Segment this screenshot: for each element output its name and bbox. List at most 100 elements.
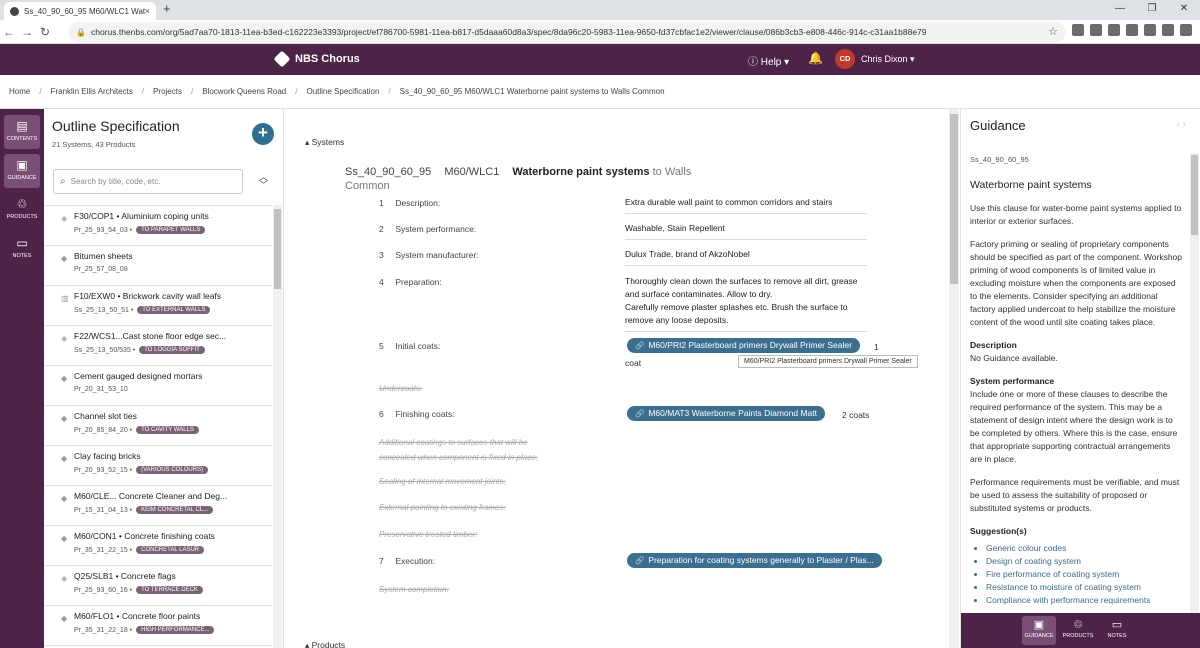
- forward-icon[interactable]: →: [18, 25, 36, 39]
- suggestion-link[interactable]: Generic colour codes: [986, 542, 1184, 555]
- close-window-icon[interactable]: ✕: [1168, 0, 1200, 20]
- guidance-nav-arrows[interactable]: ‹ ›: [1177, 119, 1186, 130]
- list-item[interactable]: ◈ F30/COP1 • Aluminium coping units Pr_25_…: [44, 206, 272, 246]
- system-manufacturer-value[interactable]: Dulux Trade, brand of AkzoNobel: [625, 248, 867, 266]
- list-item[interactable]: ◆ Clay facing bricks Pr_20_93_52_15 • (VARI…: [44, 446, 272, 486]
- description-value[interactable]: Extra durable wall paint to common corri…: [625, 196, 867, 214]
- list-item[interactable]: ◆ Bitumen sheets Pr_25_57_08_08: [44, 246, 272, 286]
- initial-coats-product-pill[interactable]: 🔗 M60/PRI2 Plasterboard primers Drywall P…: [627, 338, 860, 353]
- rail-label: PRODUCTS: [6, 214, 38, 220]
- sort-toggle-icon[interactable]: ︿ ﹀: [259, 173, 268, 190]
- tab-close-icon[interactable]: ×: [145, 6, 150, 16]
- browser-tab[interactable]: Ss_40_90_60_95 M60/WLC1 Wate ×: [4, 2, 156, 20]
- profile-icon[interactable]: [1162, 24, 1174, 36]
- suggestion-link[interactable]: Design of coating system: [986, 555, 1184, 568]
- suggestion-link[interactable]: Compliance with performance requirements: [986, 594, 1184, 607]
- rail-contents[interactable]: ▤ CONTENTS: [4, 115, 40, 149]
- footer-guidance[interactable]: ▣ GUIDANCE: [1022, 616, 1056, 645]
- pill-label: M60/PRI2 Plasterboard primers Drywall Pr…: [648, 340, 852, 350]
- rail-notes[interactable]: ▭ NOTES: [4, 232, 40, 266]
- menu-icon[interactable]: [1180, 24, 1192, 36]
- breadcrumb-home[interactable]: Home: [9, 87, 30, 96]
- extension-icon[interactable]: [1108, 24, 1120, 36]
- reload-icon[interactable]: ↻: [36, 25, 54, 39]
- link-icon: 🔗: [635, 409, 645, 418]
- row-label: Preparation:: [395, 277, 442, 287]
- search-input[interactable]: Search by title, code, etc.: [71, 177, 161, 186]
- help-icon: ⓘ: [748, 57, 761, 68]
- row-number: 3: [379, 250, 384, 260]
- row-label: Initial coats:: [395, 341, 441, 351]
- extension-icon[interactable]: [1126, 24, 1138, 36]
- list-item[interactable]: ◆ M60/FLO1 • Concrete floor paints Pr_35_3…: [44, 606, 272, 646]
- execution-pill[interactable]: 🔗 Preparation for coating systems general…: [627, 553, 882, 568]
- guidance-subheading: System performance: [970, 376, 1055, 386]
- list-item[interactable]: ◆ Channel slot ties Pr_20_85_84_20 • TO CAV…: [44, 406, 272, 446]
- struck-row[interactable]: Preservative treated timber:: [379, 530, 477, 539]
- breadcrumb-project[interactable]: Blocwork Queens Road: [202, 87, 286, 96]
- system-performance-value[interactable]: Washable, Stain Repellent: [625, 222, 867, 240]
- initial-coats-count: 1: [874, 342, 879, 352]
- item-code: Ss_25_13_50/535 •: [74, 346, 136, 354]
- app-logo[interactable]: NBS Chorus: [273, 50, 360, 68]
- guidance-paragraph: Include one or more of these clauses to …: [970, 389, 1178, 464]
- cast-icon[interactable]: [1144, 24, 1156, 36]
- rail-label: NOTES: [12, 253, 32, 259]
- contents-list: ◈ F30/COP1 • Aluminium coping units Pr_25_…: [44, 205, 272, 648]
- maximize-icon[interactable]: ❐: [1136, 0, 1168, 20]
- address-bar[interactable]: 🔒 chorus.thenbs.com/org/5ad7aa70-1813-11…: [68, 22, 1066, 42]
- suggestion-link[interactable]: Fire performance of coating system: [986, 568, 1184, 581]
- list-item[interactable]: ◈ Q25/SLB1 • Concrete flags Pr_25_93_60_16…: [44, 566, 272, 606]
- rail-label: GUIDANCE: [7, 175, 37, 181]
- extension-icon[interactable]: [1072, 24, 1084, 36]
- extension-icon[interactable]: [1090, 24, 1102, 36]
- list-item[interactable]: ◈ F22/WCS1...Cast stone floor edge sec...…: [44, 326, 272, 366]
- item-icon: ◈: [61, 574, 68, 583]
- list-item[interactable]: ◆ M60/CLE... Concrete Cleaner and Deg... P…: [44, 486, 272, 526]
- scrollbar-thumb[interactable]: [1191, 155, 1198, 235]
- guidance-scrollbar[interactable]: [1190, 153, 1199, 613]
- scrollbar-thumb[interactable]: [950, 114, 958, 284]
- rail-guidance[interactable]: ▣ GUIDANCE: [4, 154, 40, 188]
- minimize-icon[interactable]: —: [1104, 0, 1136, 20]
- finishing-coats-product-pill[interactable]: 🔗 M60/MAT3 Waterborne Paints Diamond Matt: [627, 406, 825, 421]
- add-button[interactable]: +: [252, 123, 274, 145]
- struck-row[interactable]: System completion:: [379, 585, 449, 594]
- list-item[interactable]: ◆ M60/CON1 • Concrete finishing coats Pr_3…: [44, 526, 272, 566]
- products-section-toggle[interactable]: ▴ Products: [305, 640, 345, 648]
- back-icon[interactable]: ←: [0, 25, 18, 39]
- notes-icon: ▭: [1111, 619, 1123, 631]
- search-box[interactable]: ⌕ Search by title, code, etc.: [53, 169, 243, 194]
- clause-viewer: ▴ Systems Ss_40_90_60_95 M60/WLC1 Waterb…: [285, 109, 948, 648]
- user-menu[interactable]: Chris Dixon ▾: [861, 54, 915, 65]
- list-item[interactable]: ◆ Cement gauged designed mortars Pr_20_31_…: [44, 366, 272, 406]
- item-title: Cement gauged designed mortars: [74, 371, 203, 381]
- list-item[interactable]: ▥ F10/EXW0 • Brickwork cavity wall leafs S…: [44, 286, 272, 326]
- systems-section-toggle[interactable]: ▴ Systems: [305, 137, 344, 148]
- scrollbar-thumb[interactable]: [274, 209, 281, 289]
- clause-name: Waterborne paint systems: [512, 166, 650, 178]
- breadcrumb-spec[interactable]: Outline Specification: [306, 87, 379, 96]
- struck-row[interactable]: Additional coatings to surfaces that wil…: [379, 438, 528, 447]
- help-menu[interactable]: ⓘ Help ▾: [748, 53, 789, 68]
- struck-row[interactable]: Sealing of internal movement joints:: [379, 477, 506, 486]
- footer-products[interactable]: ♲ PRODUCTS: [1061, 616, 1095, 645]
- main-scrollbar[interactable]: [949, 109, 959, 648]
- suggestion-link[interactable]: Resistance to moisture of coating system: [986, 581, 1184, 594]
- tab-title: Ss_40_90_60_95 M60/WLC1 Wate: [24, 6, 145, 16]
- preparation-value[interactable]: Thoroughly clean down the surfaces to re…: [625, 275, 867, 332]
- list-scrollbar[interactable]: [273, 205, 282, 648]
- bookmark-star-icon[interactable]: ☆: [1048, 25, 1058, 38]
- struck-row[interactable]: Undercoats:: [379, 384, 422, 393]
- breadcrumb-organisation[interactable]: Franklin Ellis Architects: [51, 87, 133, 96]
- new-tab-button[interactable]: +: [163, 1, 171, 16]
- rail-products[interactable]: ♲ PRODUCTS: [4, 193, 40, 227]
- avatar[interactable]: CD: [835, 49, 855, 69]
- struck-row[interactable]: concealed when component is fixed in pla…: [379, 453, 538, 462]
- item-title: F22/WCS1...Cast stone floor edge sec...: [74, 331, 227, 341]
- item-code: Pr_25_57_08_08: [74, 266, 128, 273]
- breadcrumb-projects[interactable]: Projects: [153, 87, 182, 96]
- footer-notes[interactable]: ▭ NOTES: [1100, 616, 1134, 645]
- struck-row[interactable]: External pointing to existing frames:: [379, 503, 506, 512]
- bell-icon[interactable]: 🔔: [808, 51, 823, 65]
